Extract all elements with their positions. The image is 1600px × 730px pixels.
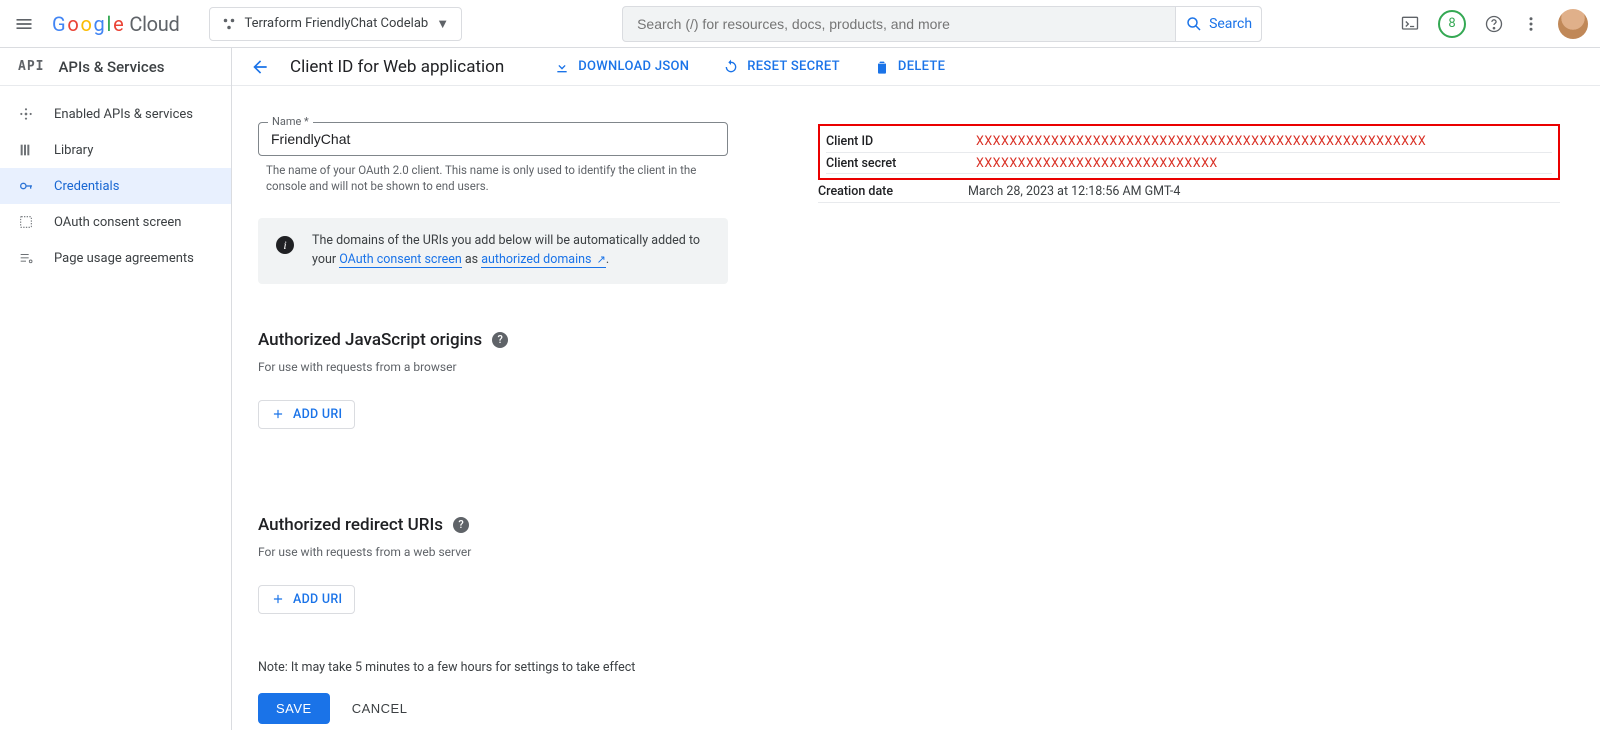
- oauth-consent-icon: [18, 214, 36, 230]
- action-label: DOWNLOAD JSON: [578, 59, 689, 74]
- add-js-uri-button[interactable]: ADD URI: [258, 400, 355, 429]
- page-header: Client ID for Web application DOWNLOAD J…: [232, 48, 1600, 86]
- sidebar-item-credentials[interactable]: Credentials: [0, 168, 231, 204]
- library-icon: [18, 142, 36, 158]
- chevron-down-icon: ▼: [436, 16, 449, 32]
- js-origins-section: Authorized JavaScript origins ? For use …: [258, 330, 728, 429]
- search-button-label: Search: [1209, 16, 1252, 32]
- name-helper-text: The name of your OAuth 2.0 client. This …: [258, 162, 728, 194]
- sidebar-item-label: OAuth consent screen: [54, 215, 181, 230]
- agreements-icon: [18, 250, 36, 266]
- download-json-button[interactable]: DOWNLOAD JSON: [554, 59, 689, 75]
- sidebar-heading-label: APIs & Services: [58, 58, 164, 76]
- sidebar-item-label: Enabled APIs & services: [54, 107, 193, 122]
- name-field-label: Name *: [268, 115, 313, 128]
- creation-date-value: March 28, 2023 at 12:18:56 AM GMT-4: [968, 184, 1180, 199]
- authorized-domains-link[interactable]: authorized domains ↗: [481, 252, 606, 268]
- creation-date-label: Creation date: [818, 184, 968, 199]
- search-button[interactable]: Search: [1175, 7, 1261, 41]
- sidebar-item-enabled-apis[interactable]: Enabled APIs & services: [0, 96, 231, 132]
- help-icon[interactable]: [1484, 14, 1504, 34]
- form-column: Name * The name of your OAuth 2.0 client…: [258, 122, 728, 724]
- redirect-uris-section: Authorized redirect URIs ? For use with …: [258, 515, 728, 614]
- header-utilities: 8: [1400, 9, 1588, 39]
- client-secret-value: XXXXXXXXXXXXXXXXXXXXXXXXXXXXX: [976, 156, 1218, 171]
- credentials-highlight-box: Client ID XXXXXXXXXXXXXXXXXXXXXXXXXXXXXX…: [818, 124, 1560, 180]
- add-uri-label: ADD URI: [293, 407, 342, 422]
- account-avatar[interactable]: [1558, 9, 1588, 39]
- name-field-wrapper: Name *: [258, 122, 728, 156]
- cancel-button[interactable]: CANCEL: [352, 701, 408, 716]
- name-input[interactable]: [258, 122, 728, 156]
- client-secret-label: Client secret: [826, 156, 976, 171]
- oauth-consent-link[interactable]: OAuth consent screen: [339, 252, 462, 268]
- sidebar: API APIs & Services Enabled APIs & servi…: [0, 48, 232, 730]
- save-button[interactable]: SAVE: [258, 693, 330, 724]
- delete-button[interactable]: DELETE: [874, 59, 945, 75]
- project-picker[interactable]: Terraform FriendlyChat Codelab ▼: [209, 7, 462, 41]
- js-origins-heading: Authorized JavaScript origins ?: [258, 330, 728, 350]
- notifications-badge[interactable]: 8: [1438, 10, 1466, 38]
- info-icon: i: [276, 236, 294, 254]
- search-box: Search: [622, 6, 1262, 42]
- sidebar-item-label: Page usage agreements: [54, 251, 194, 266]
- content-area: Client ID for Web application DOWNLOAD J…: [232, 48, 1600, 730]
- client-id-value: XXXXXXXXXXXXXXXXXXXXXXXXXXXXXXXXXXXXXXXX…: [976, 134, 1426, 149]
- sidebar-heading[interactable]: API APIs & Services: [0, 48, 231, 86]
- creation-date-row: Creation date March 28, 2023 at 12:18:56…: [818, 180, 1560, 202]
- client-id-row: Client ID XXXXXXXXXXXXXXXXXXXXXXXXXXXXXX…: [826, 130, 1552, 152]
- client-id-label: Client ID: [826, 134, 976, 149]
- action-label: DELETE: [898, 59, 945, 74]
- settings-note: Note: It may take 5 minutes to a few hou…: [258, 660, 728, 675]
- sidebar-item-oauth-consent[interactable]: OAuth consent screen: [0, 204, 231, 240]
- project-icon: [222, 17, 236, 31]
- add-uri-label: ADD URI: [293, 592, 342, 607]
- add-redirect-uri-button[interactable]: ADD URI: [258, 585, 355, 614]
- info-callout: i The domains of the URIs you add below …: [258, 218, 728, 284]
- redirect-uris-heading: Authorized redirect URIs ?: [258, 515, 728, 535]
- sidebar-item-library[interactable]: Library: [0, 132, 231, 168]
- sidebar-item-label: Library: [54, 143, 93, 158]
- credentials-icon: [18, 178, 36, 194]
- enabled-apis-icon: [18, 106, 36, 122]
- credentials-panel: Client ID XXXXXXXXXXXXXXXXXXXXXXXXXXXXXX…: [818, 122, 1600, 724]
- sidebar-item-label: Credentials: [54, 179, 119, 194]
- info-text: The domains of the URIs you add below wi…: [312, 232, 710, 270]
- sidebar-item-page-usage[interactable]: Page usage agreements: [0, 240, 231, 276]
- reset-secret-button[interactable]: RESET SECRET: [723, 59, 840, 75]
- project-name: Terraform FriendlyChat Codelab: [244, 16, 428, 31]
- api-icon: API: [18, 59, 44, 74]
- back-arrow-icon[interactable]: [250, 57, 270, 77]
- cloud-shell-icon[interactable]: [1400, 14, 1420, 34]
- external-link-icon: ↗: [597, 253, 606, 266]
- redirect-uris-subtext: For use with requests from a web server: [258, 545, 728, 559]
- js-origins-subtext: For use with requests from a browser: [258, 360, 728, 374]
- client-secret-row: Client secret XXXXXXXXXXXXXXXXXXXXXXXXXX…: [826, 152, 1552, 174]
- help-icon[interactable]: ?: [453, 517, 469, 533]
- action-label: RESET SECRET: [747, 59, 840, 74]
- more-icon[interactable]: [1522, 15, 1540, 33]
- page-title: Client ID for Web application: [290, 57, 504, 77]
- google-cloud-logo[interactable]: Google Cloud: [52, 12, 179, 36]
- help-icon[interactable]: ?: [492, 332, 508, 348]
- search-input[interactable]: [623, 16, 1175, 32]
- menu-icon[interactable]: [12, 12, 36, 36]
- top-bar: Google Cloud Terraform FriendlyChat Code…: [0, 0, 1600, 48]
